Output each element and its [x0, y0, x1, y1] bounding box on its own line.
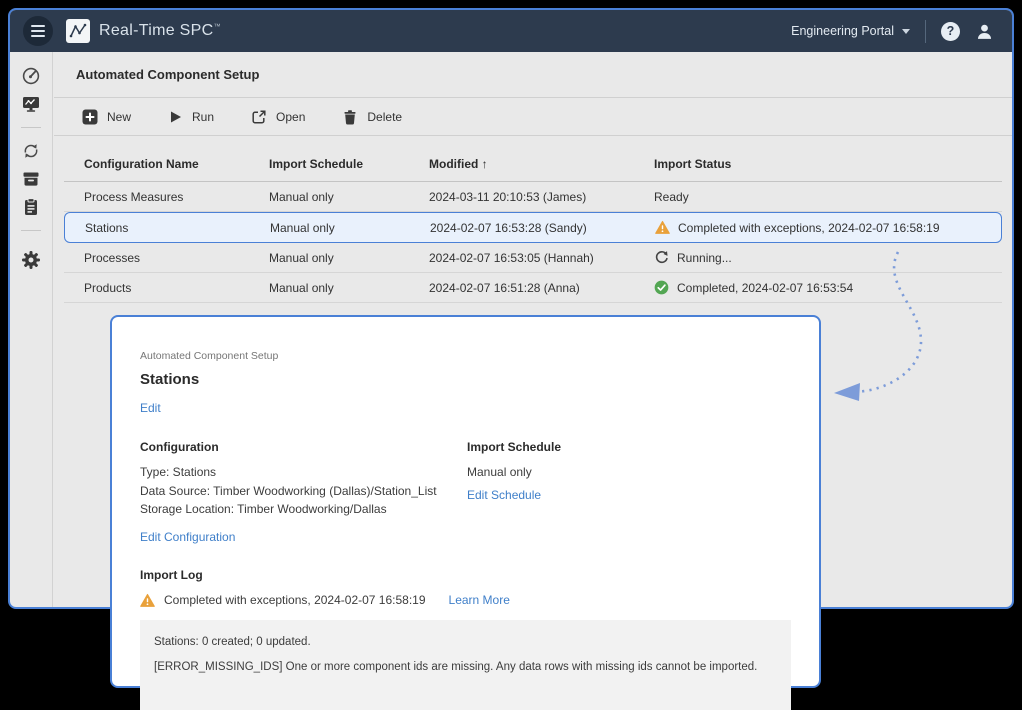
import-schedule-heading: Import Schedule	[467, 440, 561, 454]
import-schedule-value: Manual only	[467, 463, 561, 482]
log-line: [ERROR_MISSING_IDS] One or more componen…	[154, 661, 777, 673]
cell-import-schedule: Manual only	[269, 190, 429, 204]
delete-button[interactable]: Delete	[342, 109, 402, 125]
configuration-data-source: Data Source: Timber Woodworking (Dallas)…	[140, 482, 467, 501]
archive-icon[interactable]	[21, 169, 41, 189]
chart-monitor-icon[interactable]	[21, 94, 41, 114]
cell-configuration-name: Stations	[85, 221, 270, 235]
header-divider	[925, 20, 926, 43]
success-check-icon	[654, 280, 669, 295]
cell-import-status: Completed with exceptions, 2024-02-07 16…	[655, 220, 1001, 235]
configuration-storage-location: Storage Location: Timber Woodworking/Dal…	[140, 500, 467, 519]
running-refresh-icon	[654, 250, 669, 265]
configuration-section: Configuration Type: Stations Data Source…	[140, 440, 467, 546]
left-nav	[10, 52, 53, 607]
cell-modified: 2024-02-07 16:53:28 (Sandy)	[430, 221, 655, 235]
user-icon[interactable]	[975, 22, 994, 41]
nav-divider	[21, 230, 41, 231]
app-title: Real-Time SPC™	[99, 22, 221, 40]
edit-configuration-link[interactable]: Edit Configuration	[140, 530, 235, 544]
cell-import-schedule: Manual only	[270, 221, 430, 235]
import-log-section: Import Log Completed with exceptions, 20…	[140, 568, 791, 710]
edit-schedule-link[interactable]: Edit Schedule	[467, 488, 541, 502]
nav-divider	[21, 127, 41, 128]
cell-import-status: Ready	[654, 190, 1002, 204]
panel-title: Stations	[140, 371, 791, 388]
warning-icon	[140, 593, 155, 608]
cell-modified: 2024-02-07 16:51:28 (Anna)	[429, 281, 654, 295]
column-header-import-schedule[interactable]: Import Schedule	[269, 157, 429, 171]
hamburger-menu-icon[interactable]	[23, 16, 53, 46]
column-header-import-status[interactable]: Import Status	[654, 157, 1002, 171]
log-line: Stations: 0 created; 0 updated.	[154, 636, 777, 648]
clipboard-icon[interactable]	[21, 197, 41, 217]
plus-square-icon	[82, 109, 98, 125]
open-external-icon	[251, 109, 267, 125]
sync-icon[interactable]	[21, 141, 41, 161]
cell-modified: 2024-03-11 20:10:53 (James)	[429, 190, 654, 204]
app-header: Real-Time SPC™ Engineering Portal ?	[10, 10, 1012, 52]
trademark: ™	[213, 24, 220, 31]
play-icon	[168, 109, 183, 125]
learn-more-link[interactable]: Learn More	[449, 593, 510, 607]
page-title: Automated Component Setup	[54, 52, 1012, 98]
app-logo-icon	[66, 19, 90, 43]
sort-asc-icon: ↑	[482, 157, 488, 171]
dashed-pointer-arrow	[820, 235, 940, 405]
portal-selector[interactable]: Engineering Portal	[791, 24, 910, 38]
cell-configuration-name: Products	[84, 281, 269, 295]
toolbar: New Run Open	[54, 98, 1012, 136]
gauge-icon[interactable]	[21, 66, 41, 86]
breadcrumb: Automated Component Setup	[140, 350, 791, 362]
station-detail-panel: Automated Component Setup Stations Edit …	[110, 315, 821, 688]
cell-import-schedule: Manual only	[269, 251, 429, 265]
help-icon[interactable]: ?	[941, 22, 960, 41]
open-button[interactable]: Open	[251, 109, 305, 125]
chevron-down-icon	[902, 29, 910, 34]
warning-icon	[655, 220, 670, 235]
cell-configuration-name: Process Measures	[84, 190, 269, 204]
trash-icon	[342, 109, 358, 125]
gear-icon[interactable]	[21, 250, 41, 270]
cell-configuration-name: Processes	[84, 251, 269, 265]
configuration-type: Type: Stations	[140, 463, 467, 482]
import-schedule-section: Import Schedule Manual only Edit Schedul…	[467, 440, 561, 546]
column-header-configuration-name[interactable]: Configuration Name	[84, 157, 269, 171]
new-button[interactable]: New	[82, 109, 131, 125]
edit-link[interactable]: Edit	[140, 401, 161, 415]
import-log-heading: Import Log	[140, 568, 791, 582]
table-header-row: Configuration Name Import Schedule Modif…	[64, 147, 1002, 182]
table-row[interactable]: Process Measures Manual only 2024-03-11 …	[64, 182, 1002, 212]
import-log-status: Completed with exceptions, 2024-02-07 16…	[164, 593, 426, 607]
run-button[interactable]: Run	[168, 109, 214, 125]
cell-modified: 2024-02-07 16:53:05 (Hannah)	[429, 251, 654, 265]
cell-import-schedule: Manual only	[269, 281, 429, 295]
configuration-heading: Configuration	[140, 440, 467, 454]
column-header-modified[interactable]: Modified ↑	[429, 157, 654, 171]
import-log-output: Stations: 0 created; 0 updated. [ERROR_M…	[140, 620, 791, 710]
